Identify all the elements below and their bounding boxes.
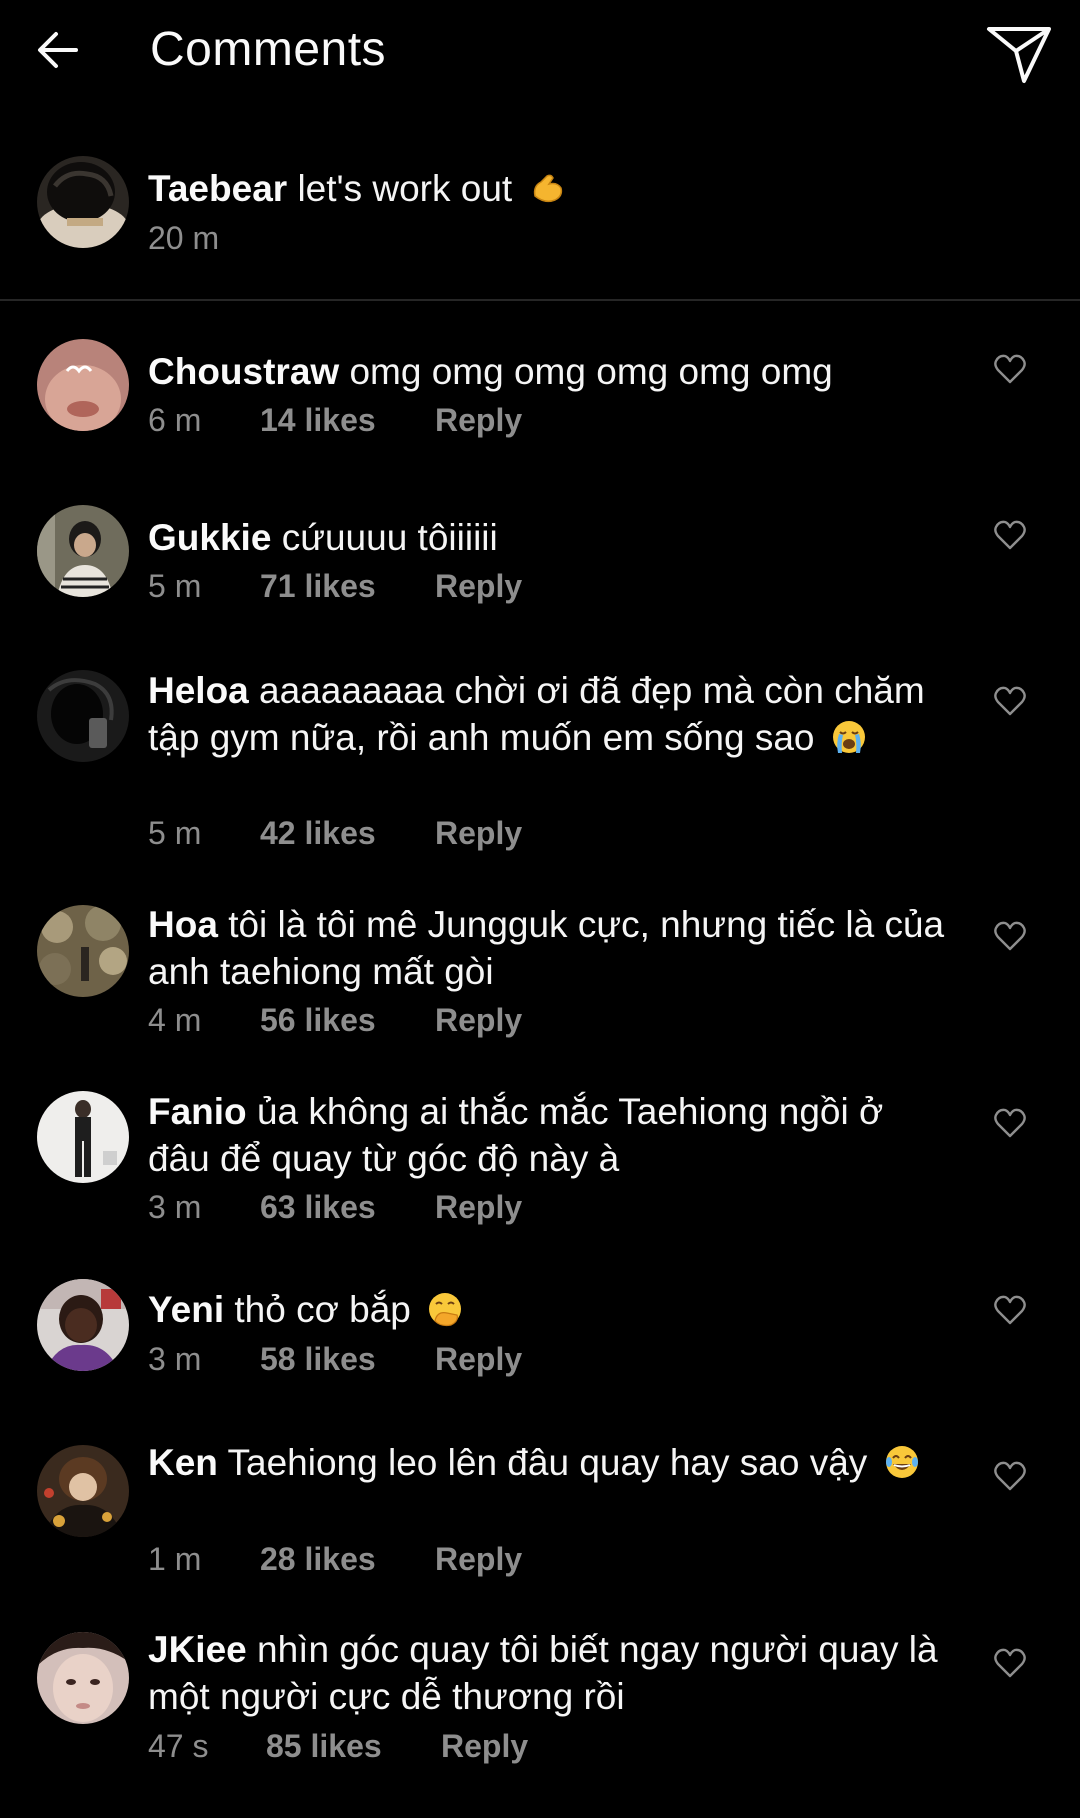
- comment-time: 47 s: [148, 1728, 209, 1764]
- comment-time: 3 m: [148, 1189, 202, 1225]
- header-bar: Comments: [0, 0, 1080, 110]
- heart-icon: [994, 1295, 1026, 1325]
- comment-text: Taehiong leo lên đâu quay hay sao vậy: [227, 1442, 868, 1483]
- avatar[interactable]: [37, 670, 129, 762]
- face-with-hand-over-mouth-emoji: [429, 1293, 462, 1327]
- avatar[interactable]: [37, 1091, 129, 1183]
- caption-time: 20 m: [148, 220, 220, 256]
- likes-count[interactable]: 85 likes: [266, 1726, 441, 1766]
- likes-count[interactable]: 42 likes: [260, 813, 435, 853]
- paper-plane-icon: [987, 27, 1051, 83]
- back-button[interactable]: [30, 22, 86, 78]
- caption-body: let's work out: [297, 168, 513, 209]
- avatar[interactable]: [37, 1445, 129, 1537]
- comment-time: 5 m: [148, 568, 202, 604]
- caption-username[interactable]: Taebear: [148, 168, 287, 209]
- comment-username[interactable]: Yeni: [148, 1289, 224, 1330]
- like-button[interactable]: [988, 1641, 1032, 1685]
- comment-username[interactable]: Choustraw: [148, 351, 339, 392]
- heart-icon: [994, 921, 1026, 951]
- back-arrow-icon: [38, 32, 78, 68]
- like-button[interactable]: [988, 1454, 1032, 1498]
- like-button[interactable]: [988, 1101, 1032, 1145]
- heart-icon: [994, 354, 1026, 384]
- like-button[interactable]: [988, 347, 1032, 391]
- comment-username[interactable]: JKiee: [148, 1629, 247, 1670]
- comment-text: tôi là tôi mê Jungguk cực, nhưng tiếc là…: [148, 904, 945, 992]
- likes-count[interactable]: 56 likes: [260, 1000, 435, 1040]
- likes-count[interactable]: 63 likes: [260, 1187, 435, 1227]
- comment-username[interactable]: Heloa: [148, 670, 249, 711]
- caption-text: Taebear let's work out: [148, 165, 948, 212]
- comment-time: 6 m: [148, 402, 202, 438]
- comment-username[interactable]: Ken: [148, 1442, 218, 1483]
- comment-username[interactable]: Fanio: [148, 1091, 247, 1132]
- face-with-tears-of-joy-emoji: [885, 1446, 918, 1478]
- avatar[interactable]: [37, 156, 129, 248]
- heart-icon: [994, 520, 1026, 550]
- reply-button[interactable]: Reply: [435, 566, 522, 606]
- comment-text: nhìn góc quay tôi biết ngay người quay l…: [148, 1629, 938, 1717]
- page-title: Comments: [150, 23, 387, 76]
- avatar[interactable]: [37, 905, 129, 997]
- reply-button[interactable]: Reply: [441, 1726, 528, 1766]
- divider: [0, 299, 1080, 301]
- comment-time: 5 m: [148, 815, 202, 851]
- likes-count[interactable]: 71 likes: [260, 566, 435, 606]
- heart-icon: [994, 1108, 1026, 1138]
- reply-button[interactable]: Reply: [435, 1000, 522, 1040]
- flexed-biceps-emoji: [533, 174, 562, 203]
- avatar[interactable]: [37, 1632, 129, 1724]
- avatar[interactable]: [37, 339, 129, 431]
- caption-meta: 20 m: [148, 218, 219, 258]
- comment-text: aaaaaaaaa chời ơi đã đẹp mà còn chăm tập…: [148, 670, 925, 758]
- comment-text: ủa không ai thắc mắc Taehiong ngồi ở đâu…: [148, 1091, 884, 1179]
- heart-icon: [994, 686, 1026, 716]
- comment-username[interactable]: Gukkie: [148, 517, 271, 558]
- likes-count[interactable]: 28 likes: [260, 1539, 435, 1579]
- reply-button[interactable]: Reply: [435, 1339, 522, 1379]
- likes-count[interactable]: 58 likes: [260, 1339, 435, 1379]
- comment-time: 1 m: [148, 1541, 202, 1577]
- like-button[interactable]: [988, 1288, 1032, 1332]
- send-button[interactable]: [984, 20, 1054, 90]
- reply-button[interactable]: Reply: [435, 1187, 522, 1227]
- comment-time: 4 m: [148, 1002, 202, 1038]
- heart-icon: [994, 1461, 1026, 1491]
- avatar[interactable]: [37, 505, 129, 597]
- avatar[interactable]: [37, 1279, 129, 1371]
- comment-time: 3 m: [148, 1341, 202, 1377]
- heart-icon: [994, 1648, 1026, 1678]
- comment-text: cứuuuu tôiiiiii: [281, 517, 498, 558]
- like-button[interactable]: [988, 513, 1032, 557]
- loudly-crying-face-emoji: [832, 721, 865, 753]
- comment-text: thỏ cơ bắp: [234, 1289, 411, 1330]
- like-button[interactable]: [988, 679, 1032, 723]
- like-button[interactable]: [988, 914, 1032, 958]
- reply-button[interactable]: Reply: [435, 400, 522, 440]
- reply-button[interactable]: Reply: [435, 1539, 522, 1579]
- post-caption: Taebear let's work out 20 m: [0, 150, 1080, 300]
- likes-count[interactable]: 14 likes: [260, 400, 435, 440]
- comment-username[interactable]: Hoa: [148, 904, 218, 945]
- comment-text: omg omg omg omg omg omg: [349, 351, 833, 392]
- reply-button[interactable]: Reply: [435, 813, 522, 853]
